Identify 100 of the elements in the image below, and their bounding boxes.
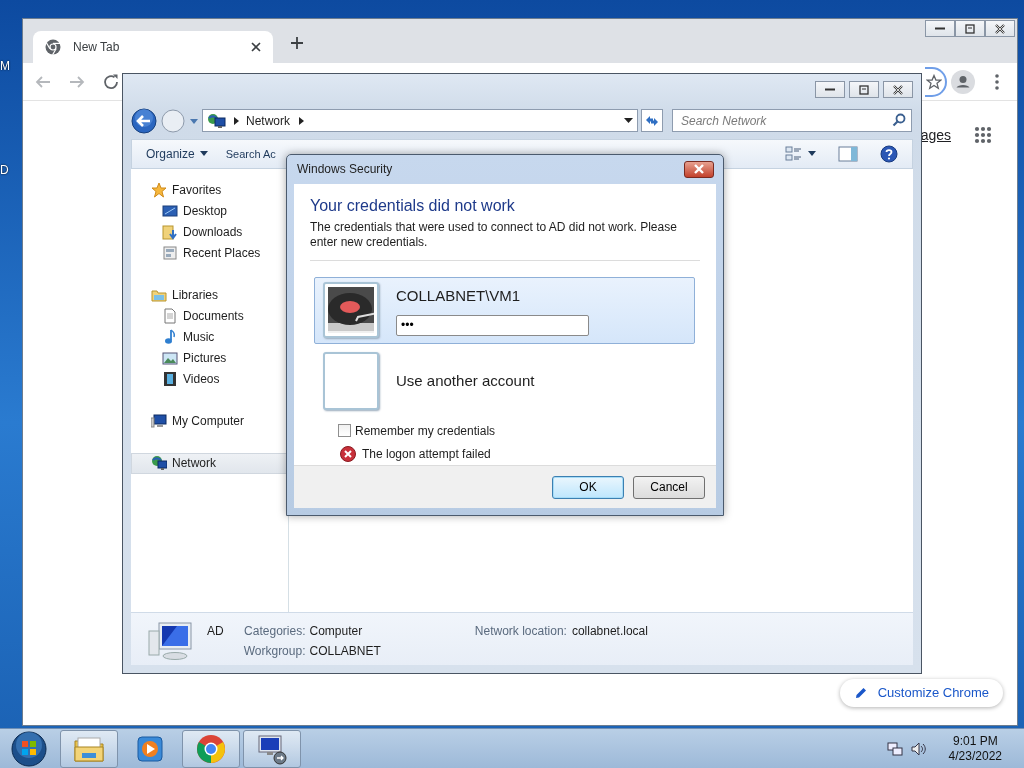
address-field[interactable]: Network: [202, 109, 638, 133]
search-field[interactable]: Search Network: [672, 109, 912, 133]
maximize-icon: [965, 23, 975, 34]
computer-icon: [151, 413, 167, 430]
blank-frame: [323, 352, 379, 411]
maximize-button[interactable]: [849, 81, 879, 99]
checkbox[interactable]: [338, 424, 351, 438]
refresh-button[interactable]: [641, 109, 663, 133]
caret-icon: [199, 151, 208, 157]
dialog-heading: Your credentials did not work: [310, 195, 516, 216]
help-icon: [880, 144, 898, 163]
nav-item[interactable]: Favorites: [131, 179, 287, 201]
account-tile[interactable]: Use another account: [314, 347, 695, 415]
account-name: COLLABNET\VM1: [396, 286, 522, 307]
field-value: collabnet.local: [571, 623, 648, 641]
star-icon[interactable]: [926, 73, 942, 90]
dialog-message: The credentials that were used to connect to AD did not work. Please enter new credentials.: [310, 219, 678, 250]
close-button[interactable]: [684, 160, 714, 178]
nav-item[interactable]: My Computer: [131, 410, 287, 432]
password-field[interactable]: •••: [396, 314, 589, 336]
browser-tab[interactable]: New Tab: [33, 31, 273, 63]
close-button[interactable]: [985, 20, 1015, 37]
network-icon: [207, 112, 227, 129]
address-bar[interactable]: [925, 66, 947, 97]
minimize-button[interactable]: [925, 20, 955, 37]
nav-item[interactable]: Desktop: [131, 200, 287, 222]
picture-icon: [162, 350, 178, 367]
computer-icon: [147, 621, 193, 662]
dropdown-icon[interactable]: [624, 117, 633, 124]
checkbox-label: Remember my credentials: [355, 422, 496, 440]
chevron-icon: [298, 115, 305, 126]
document-icon: [162, 308, 178, 325]
remote-desktop-icon: [256, 732, 288, 765]
network-icon: [151, 455, 167, 472]
dialog-button[interactable]: Cancel: [633, 475, 705, 499]
download-folder-icon: [162, 224, 178, 241]
volume-icon[interactable]: [910, 740, 927, 757]
network-icon[interactable]: [886, 740, 903, 757]
circle-icon: [160, 107, 186, 134]
toolbar-button[interactable]: Search Ac: [221, 143, 280, 165]
desktop-icon-label[interactable]: M: [0, 59, 10, 73]
nav-item[interactable]: Network: [131, 452, 287, 474]
maximize-icon: [859, 84, 869, 95]
apps-grid-icon: [974, 126, 992, 144]
close-icon[interactable]: [251, 42, 261, 52]
menu-icon: [995, 73, 999, 90]
customize-button[interactable]: Customize Chrome: [839, 679, 1003, 707]
chrome-logo-icon: [45, 39, 61, 55]
star-icon: [151, 182, 167, 199]
taskbar-button[interactable]: [182, 729, 240, 768]
nav-item[interactable]: Music: [131, 326, 287, 348]
nav-item[interactable]: Pictures: [131, 347, 287, 369]
music-note-icon: [162, 329, 178, 346]
chevron-icon: [233, 115, 240, 126]
taskbar-button[interactable]: [243, 729, 301, 768]
back-button[interactable]: [131, 107, 157, 134]
profile-button[interactable]: [951, 69, 975, 94]
pencil-icon: [853, 686, 868, 700]
dialog-button[interactable]: OK: [552, 475, 624, 499]
recent-places-icon: [162, 245, 178, 262]
nav-item[interactable]: Documents: [131, 305, 287, 327]
device-name: AD: [207, 623, 224, 641]
minimize-icon: [825, 88, 835, 92]
field-value: COLLABNET: [309, 643, 381, 661]
desktop-icon-label[interactable]: D: [0, 163, 9, 177]
minimize-icon: [935, 27, 945, 30]
chrome-logo-icon: [195, 732, 227, 765]
account-tile[interactable]: COLLABNET\VM1 •••: [314, 276, 695, 344]
nav-item[interactable]: Downloads: [131, 221, 287, 243]
field-label: Workgroup:: [243, 643, 306, 661]
toolbar-button[interactable]: Organize: [142, 142, 212, 165]
desktop-icon: [162, 203, 178, 220]
library-folder-icon: [151, 287, 167, 304]
maximize-button[interactable]: [955, 20, 985, 37]
field-label: Network location:: [474, 623, 567, 641]
windows-logo-icon: [10, 729, 48, 768]
avatar-icon: [951, 69, 975, 94]
minimize-button[interactable]: [815, 81, 845, 99]
preview-pane-icon: [838, 145, 858, 162]
close-button[interactable]: [883, 81, 913, 99]
breadcrumb[interactable]: Network: [246, 111, 618, 130]
view-icon: [785, 145, 803, 162]
plus-icon: [290, 36, 304, 50]
film-icon: [162, 371, 178, 388]
start-button[interactable]: [10, 729, 48, 768]
account-name: Use another account: [396, 371, 535, 392]
nav-item[interactable]: Recent Places: [131, 242, 287, 264]
close-icon: [893, 84, 903, 95]
close-icon: [995, 23, 1005, 34]
clock[interactable]: 9:01 PM 4/23/2022: [948, 733, 1002, 764]
field-label: Categories:: [243, 623, 306, 641]
taskbar-button[interactable]: [60, 729, 118, 768]
field-value: Computer: [309, 623, 364, 641]
link[interactable]: ages: [920, 124, 951, 146]
search-icon: [892, 113, 906, 128]
dialog-title: Windows Security: [297, 161, 393, 179]
caret-icon: [808, 151, 816, 157]
close-icon: [692, 164, 706, 175]
error-icon: [340, 445, 356, 462]
error-message: The logon attempt failed: [362, 445, 491, 463]
